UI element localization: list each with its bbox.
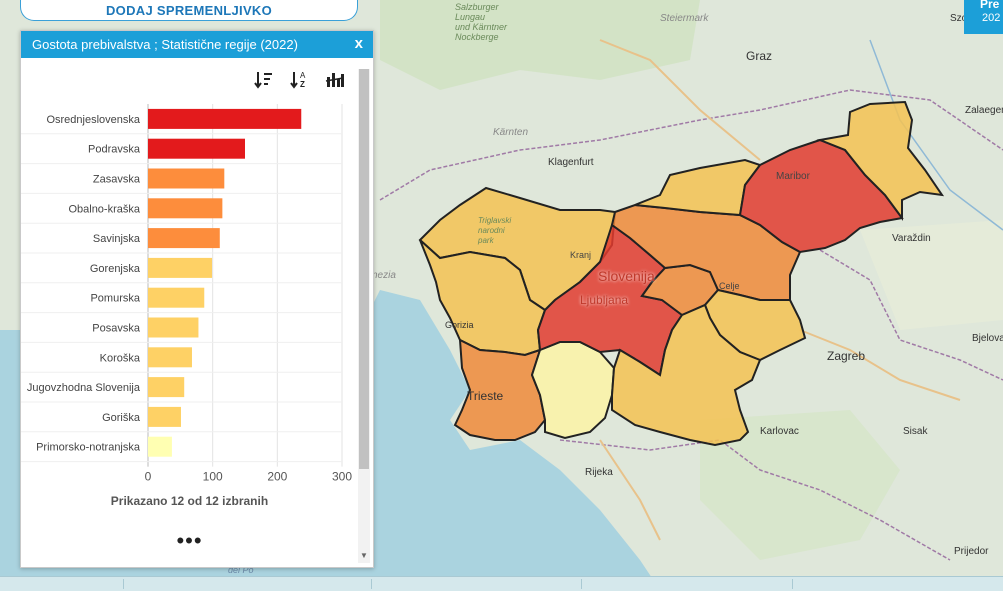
- bar-koroška[interactable]: [148, 347, 192, 368]
- right-tab-title: Pre: [980, 0, 1000, 11]
- chart-panel: Gostota prebivalstva ; Statistične regij…: [20, 30, 374, 568]
- category-label: Jugovzhodna Slovenija: [27, 382, 141, 394]
- bottom-divider: [792, 579, 793, 589]
- x-tick-labels: 0 100 200 300: [145, 470, 353, 484]
- bar-savinjska[interactable]: [148, 228, 220, 249]
- category-label: Koroška: [100, 352, 141, 364]
- bar-zasavska[interactable]: [148, 168, 225, 189]
- category-labels: Osrednjeslovenska Podravska Zasavska Obalno…: [27, 114, 141, 454]
- forest-area: [380, 0, 700, 90]
- category-label: Primorsko-notranjska: [36, 442, 141, 454]
- category-label: Gorenjska: [90, 263, 141, 275]
- x-tick-label: 300: [332, 470, 352, 484]
- bar-primorsko-notranjska[interactable]: [148, 436, 172, 457]
- bar-posavska[interactable]: [148, 317, 199, 338]
- category-label: Podravska: [88, 144, 141, 156]
- category-label: Zasavska: [93, 174, 141, 186]
- chart-status: Prikazano 12 od 12 izbranih: [110, 494, 269, 508]
- scrollbar-thumb[interactable]: [359, 69, 369, 469]
- category-label: Goriška: [102, 412, 141, 424]
- bottom-divider: [371, 579, 372, 589]
- bar-osrednjeslovenska[interactable]: [148, 108, 302, 129]
- x-tick-label: 200: [267, 470, 287, 484]
- bar-obalno-kraška[interactable]: [148, 198, 223, 219]
- scroll-down-arrow-icon[interactable]: ▼: [359, 551, 369, 561]
- bottom-divider: [123, 579, 124, 589]
- bar-pomurska[interactable]: [148, 287, 205, 308]
- bar-jugovzhodna-slovenija[interactable]: [148, 377, 185, 398]
- bar-gorenjska[interactable]: [148, 257, 213, 278]
- x-tick-label: 0: [145, 470, 152, 484]
- forest-area: [860, 220, 1003, 330]
- bar-goriška[interactable]: [148, 406, 181, 427]
- bar-chart: Osrednjeslovenska Podravska Zasavska Obalno…: [21, 104, 353, 484]
- category-label: Obalno-kraška: [68, 203, 140, 215]
- more-options-button[interactable]: •••: [21, 530, 358, 552]
- panel-scrollbar[interactable]: ▼: [358, 69, 370, 563]
- right-tab-year: 202: [982, 12, 1001, 24]
- category-label: Savinjska: [93, 233, 141, 245]
- right-panel-tab[interactable]: Pre 202: [964, 0, 1003, 34]
- bottom-bar: [0, 576, 1003, 591]
- category-label: Posavska: [92, 323, 141, 335]
- bottom-divider: [581, 579, 582, 589]
- x-tick-label: 100: [203, 470, 223, 484]
- region-primorsko-notranjska[interactable]: [530, 341, 616, 440]
- category-label: Pomurska: [90, 293, 140, 305]
- category-label: Osrednjeslovenska: [46, 114, 140, 126]
- add-variable-button[interactable]: DODAJ SPREMENLJIVKO: [20, 0, 358, 21]
- road: [799, 329, 961, 401]
- bar-podravska[interactable]: [148, 138, 245, 159]
